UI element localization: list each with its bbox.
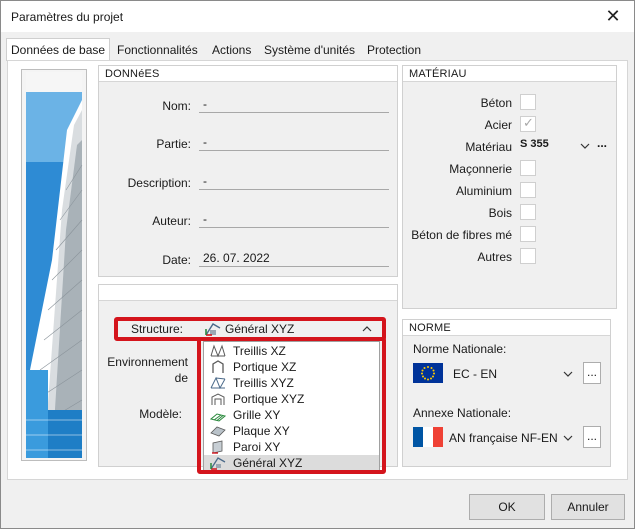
maconnerie-label: Maçonnerie [449,162,512,176]
norme-nationale-more-button[interactable]: ... [583,362,601,384]
materiau-more-button[interactable]: ... [597,136,607,150]
date-field[interactable]: 26. 07. 2022 [199,251,389,267]
nom-value: - [203,97,207,111]
auteur-field[interactable]: - [199,212,389,228]
tab-protection[interactable]: Protection [363,39,425,61]
project-settings-dialog: Paramètres du projet ✕ Données de base F… [0,0,635,529]
date-label: Date: [162,253,191,267]
norme-header: NORME [403,320,610,336]
environnement-label-2: de [174,371,188,385]
nom-field[interactable]: - [199,97,389,113]
materiau-label: Matériau [465,140,512,154]
materiau-panel: MATÉRIAU Béton Acier Matériau S 355 ... … [402,65,617,309]
cancel-button[interactable]: Annuler [551,494,625,520]
partie-field[interactable]: - [199,135,389,151]
bois-checkbox[interactable] [520,204,536,220]
annexe-nationale-value: AN française NF-EN [449,431,558,445]
tab-content: DONNéES Nom: - Partie: - Description: - … [7,60,628,480]
description-label: Description: [127,176,191,190]
title-bar: Paramètres du projet ✕ [1,1,634,32]
beton-fibres-label: Béton de fibres mé [411,228,512,242]
norme-panel: NORME Norme Nationale: EC - EN ... Annex… [402,319,611,467]
beton-checkbox[interactable] [520,94,536,110]
tab-fonctionnalites[interactable]: Fonctionnalités [113,39,202,61]
autres-checkbox[interactable] [520,248,536,264]
description-value: - [203,174,207,188]
date-value: 26. 07. 2022 [203,251,270,265]
close-icon[interactable]: ✕ [601,4,625,28]
nom-label: Nom: [162,99,191,113]
window-title: Paramètres du projet [11,10,124,24]
eu-flag-icon [413,363,443,383]
annexe-nationale-label: Annexe Nationale: [413,406,512,420]
description-field[interactable]: - [199,174,389,190]
donnees-panel: DONNéES Nom: - Partie: - Description: - … [98,65,398,277]
materiau-value: S 355 [520,138,549,150]
building-photo [26,72,83,458]
acier-label: Acier [484,118,512,132]
norme-nationale-label: Norme Nationale: [413,342,507,356]
tab-systeme-unites[interactable]: Système d'unités [260,39,359,61]
aluminium-checkbox[interactable] [520,182,536,198]
acier-checkbox[interactable] [520,115,536,132]
auteur-label: Auteur: [152,214,191,228]
project-image [21,69,87,461]
maconnerie-checkbox[interactable] [520,160,536,176]
autres-label: Autres [477,250,512,264]
beton-fibres-checkbox[interactable] [520,226,536,242]
tab-bar: Données de base Fonctionnalités Actions … [1,38,634,61]
materiau-header: MATÉRIAU [403,66,616,82]
tab-donnees-de-base[interactable]: Données de base [6,38,111,61]
france-flag-icon [413,427,443,447]
bois-label: Bois [488,206,512,220]
norme-nationale-value: EC - EN [453,367,498,381]
annexe-nationale-more-button[interactable]: ... [583,426,601,448]
tab-actions[interactable]: Actions [208,39,255,61]
dropdown-highlight-frame [197,337,386,474]
auteur-value: - [203,212,207,226]
environnement-label: Environnement [107,355,188,369]
modele-label: Modèle: [139,407,182,421]
chevron-down-icon [563,432,573,446]
chevron-down-icon [580,140,590,154]
partie-value: - [203,135,207,149]
chevron-down-icon [563,368,573,382]
ok-button[interactable]: OK [469,494,545,520]
structure-header [99,285,397,301]
annexe-nationale-combo[interactable]: AN française NF-EN [411,426,579,448]
donnees-header: DONNéES [99,66,397,82]
materiau-combo[interactable]: S 355 [518,136,594,154]
norme-nationale-combo[interactable]: EC - EN [411,362,579,384]
aluminium-label: Aluminium [455,184,512,198]
partie-label: Partie: [156,137,191,151]
beton-label: Béton [480,96,512,110]
